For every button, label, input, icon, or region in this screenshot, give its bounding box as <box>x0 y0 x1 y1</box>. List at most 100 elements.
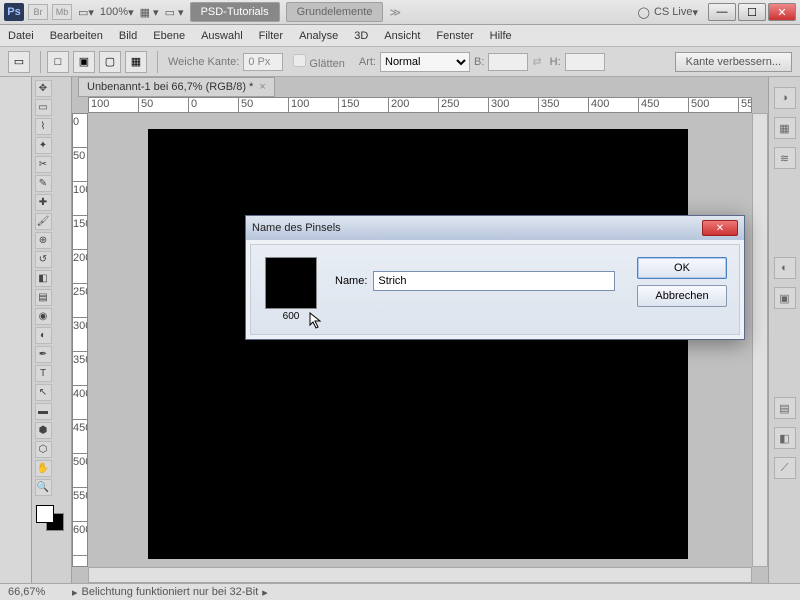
menu-auswahl[interactable]: Auswahl <box>201 30 243 42</box>
eraser-tool-icon[interactable]: ◧ <box>35 270 52 287</box>
dialog-title: Name des Pinsels <box>252 222 341 234</box>
photoshop-logo-icon: Ps <box>4 3 24 21</box>
3d-tool-icon[interactable]: ⬢ <box>35 422 52 439</box>
3d-camera-icon[interactable]: ⬡ <box>35 441 52 458</box>
canvas[interactable] <box>148 129 688 559</box>
brush-name-dialog: Name des Pinsels ✕ 600 Name: OK Abbreche… <box>245 215 745 340</box>
vertical-scrollbar[interactable] <box>752 113 768 567</box>
pen-tool-icon[interactable]: ✒ <box>35 346 52 363</box>
cslive-button[interactable]: ◯ CS Live ▾ <box>638 6 698 19</box>
menu-hilfe[interactable]: Hilfe <box>490 30 512 42</box>
menu-ebene[interactable]: Ebene <box>153 30 185 42</box>
menu-ansicht[interactable]: Ansicht <box>384 30 420 42</box>
lasso-tool-icon[interactable]: ⌇ <box>35 118 52 135</box>
path-tool-icon[interactable]: ↖ <box>35 384 52 401</box>
color-panel-icon[interactable]: ◑ <box>774 87 796 109</box>
styles-panel-icon[interactable]: ≋ <box>774 147 796 169</box>
layers-panel-icon[interactable]: ▤ <box>774 397 796 419</box>
height-label: H: <box>550 56 561 68</box>
feather-label: Weiche Kante: <box>168 56 239 68</box>
crop-tool-icon[interactable]: ✂ <box>35 156 52 173</box>
document-tab[interactable]: Unbenannt-1 bei 66,7% (RGB/8) * × <box>78 77 275 97</box>
blur-tool-icon[interactable]: ◉ <box>35 308 52 325</box>
brush-preview-thumb <box>265 257 317 309</box>
menu-bearbeiten[interactable]: Bearbeiten <box>50 30 103 42</box>
style-label: Art: <box>359 56 376 68</box>
adjustments-panel-icon[interactable]: ◐ <box>774 257 796 279</box>
brush-name-input[interactable] <box>373 271 615 291</box>
menu-bild[interactable]: Bild <box>119 30 137 42</box>
width-input <box>488 53 528 71</box>
arrange-dropdown[interactable]: ▦ ▾ <box>140 6 159 19</box>
screenmode-dropdown[interactable]: ▭ ▾ <box>165 6 184 19</box>
horizontal-ruler: 1005005010015020025030035040045050055060… <box>88 97 752 113</box>
more-workspaces-icon[interactable]: ≫ <box>389 6 401 19</box>
brush-preview-size: 600 <box>263 311 319 322</box>
workspace-tab-inactive[interactable]: Grundelemente <box>286 2 384 22</box>
channels-panel-icon[interactable]: ◧ <box>774 427 796 449</box>
color-swatches[interactable] <box>34 503 68 531</box>
menu-analyse[interactable]: Analyse <box>299 30 338 42</box>
view-layout-dropdown[interactable]: ▭▾ <box>78 6 94 19</box>
selection-add-icon[interactable]: ▣ <box>73 51 95 73</box>
eyedropper-tool-icon[interactable]: ✎ <box>35 175 52 192</box>
document-tab-close-icon[interactable]: × <box>259 81 265 93</box>
history-brush-icon[interactable]: ↺ <box>35 251 52 268</box>
antialias-checkbox <box>293 54 306 67</box>
minimize-button[interactable]: — <box>708 3 736 21</box>
move-tool-icon[interactable]: ✥ <box>35 80 52 97</box>
cancel-button[interactable]: Abbrechen <box>637 285 727 307</box>
menu-3d[interactable]: 3D <box>354 30 368 42</box>
selection-intersect-icon[interactable]: ▦ <box>125 51 147 73</box>
shape-tool-icon[interactable]: ▬ <box>35 403 52 420</box>
name-label: Name: <box>335 275 367 287</box>
zoom-dropdown[interactable]: 100% ▾ <box>100 6 134 19</box>
maximize-button[interactable]: ☐ <box>738 3 766 21</box>
horizontal-scrollbar[interactable] <box>88 567 752 583</box>
status-message: Belichtung funktioniert nur bei 32-Bit <box>82 586 259 598</box>
heal-tool-icon[interactable]: ✚ <box>35 194 52 211</box>
swatches-panel-icon[interactable]: ▦ <box>774 117 796 139</box>
swap-wh-icon: ⇄ <box>532 55 541 68</box>
hand-tool-icon[interactable]: ✋ <box>35 460 52 477</box>
zoom-tool-icon[interactable]: 🔍 <box>35 479 52 496</box>
menu-datei[interactable]: Datei <box>8 30 34 42</box>
menu-fenster[interactable]: Fenster <box>436 30 473 42</box>
options-bar: ▭ □ ▣ ▢ ▦ Weiche Kante: Glätten Art: Nor… <box>0 47 800 77</box>
minibridge-icon[interactable]: Mb <box>52 4 72 20</box>
gradient-tool-icon[interactable]: ▤ <box>35 289 52 306</box>
document-tab-label: Unbenannt-1 bei 66,7% (RGB/8) * <box>87 81 253 93</box>
status-zoom[interactable]: 66,67% <box>8 586 68 598</box>
height-input <box>565 53 605 71</box>
brush-tool-icon[interactable]: 🖌 <box>35 213 52 230</box>
right-panel-dock: ◑ ▦ ≋ ◐ ▣ ▤ ◧ ⟋ <box>768 77 800 583</box>
brush-preview: 600 <box>263 257 319 322</box>
wand-tool-icon[interactable]: ✦ <box>35 137 52 154</box>
app-titlebar: Ps Br Mb ▭▾ 100% ▾ ▦ ▾ ▭ ▾ PSD-Tutorials… <box>0 0 800 25</box>
close-button[interactable]: ✕ <box>768 3 796 21</box>
masks-panel-icon[interactable]: ▣ <box>774 287 796 309</box>
paths-panel-icon[interactable]: ⟋ <box>774 457 796 479</box>
ok-button[interactable]: OK <box>637 257 727 279</box>
menu-filter[interactable]: Filter <box>259 30 283 42</box>
dodge-tool-icon[interactable]: ◐ <box>35 327 52 344</box>
menu-bar: Datei Bearbeiten Bild Ebene Auswahl Filt… <box>0 25 800 47</box>
left-dock-strip <box>0 77 32 583</box>
tools-panel: ✥ ▭ ⌇ ✦ ✂ ✎ ✚ 🖌 ⊕ ↺ ◧ ▤ ◉ ◐ ✒ T ↖ ▬ ⬢ ⬡ ✋ 🔍 <box>32 77 72 583</box>
refine-edge-button[interactable]: Kante verbessern... <box>675 52 792 72</box>
dialog-titlebar[interactable]: Name des Pinsels ✕ <box>246 216 744 240</box>
dialog-close-button[interactable]: ✕ <box>702 220 738 236</box>
feather-input[interactable] <box>243 53 283 71</box>
status-bar: 66,67% ▸ Belichtung funktioniert nur bei… <box>0 583 800 600</box>
width-label: B: <box>474 56 484 68</box>
bridge-icon[interactable]: Br <box>28 4 48 20</box>
selection-subtract-icon[interactable]: ▢ <box>99 51 121 73</box>
stamp-tool-icon[interactable]: ⊕ <box>35 232 52 249</box>
type-tool-icon[interactable]: T <box>35 365 52 382</box>
vertical-ruler: 050100150200250300350400450500550600 <box>72 113 88 567</box>
workspace-tab-active[interactable]: PSD-Tutorials <box>190 2 280 22</box>
selection-new-icon[interactable]: □ <box>47 51 69 73</box>
marquee-tool-icon[interactable]: ▭ <box>8 51 30 73</box>
marquee-tool-icon[interactable]: ▭ <box>35 99 52 116</box>
style-select[interactable]: Normal <box>380 52 470 72</box>
